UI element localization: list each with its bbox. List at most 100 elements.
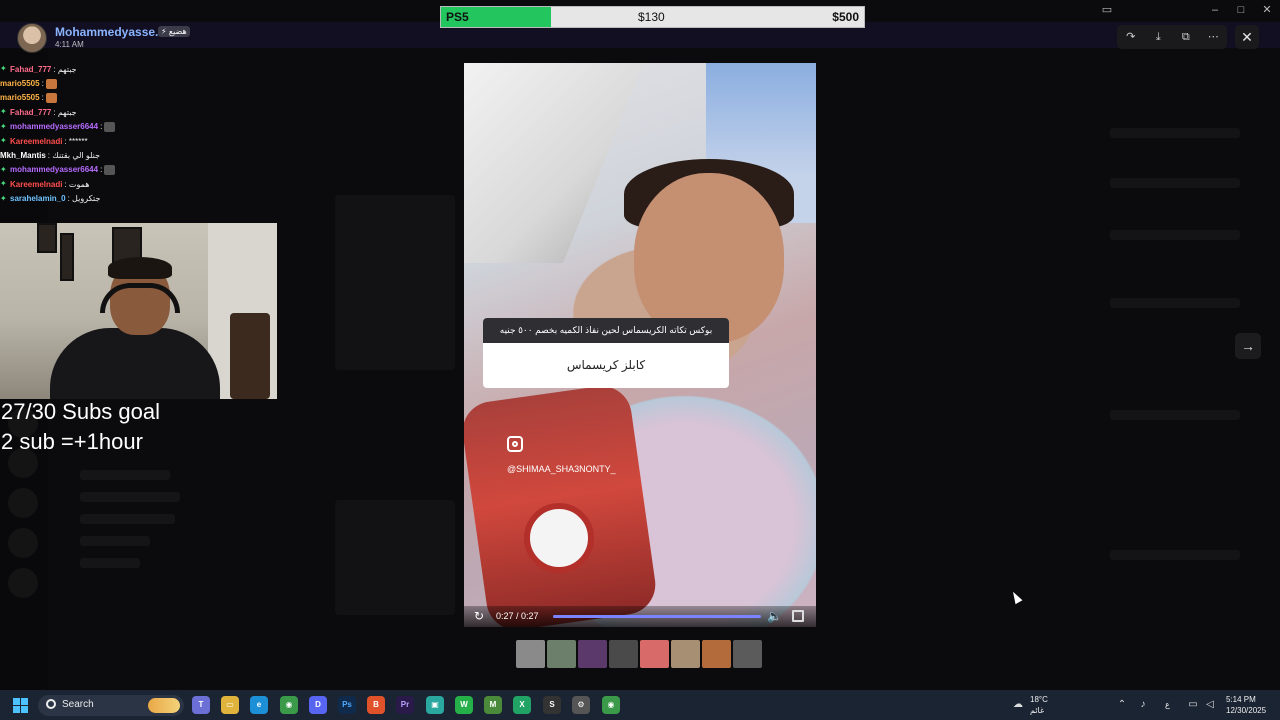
language-indicator[interactable]: ع (1165, 700, 1170, 709)
download-icon[interactable]: ⤓ (1150, 29, 1166, 45)
forward-icon[interactable]: ↷ (1123, 29, 1139, 45)
badge-icon: ✦ (0, 121, 7, 131)
discord-icon[interactable]: D (309, 696, 327, 714)
channel-item[interactable] (80, 470, 170, 480)
replay-icon[interactable]: ↻ (472, 609, 486, 623)
settings-icon[interactable]: ⚙ (572, 696, 590, 714)
video-santa (524, 503, 594, 573)
badge-icon: ✦ (0, 193, 7, 203)
media-thumbnail[interactable] (609, 640, 638, 668)
chat-text: : جبتهم (53, 107, 77, 117)
maximize-icon[interactable]: □ (1234, 3, 1248, 17)
server-icon[interactable] (8, 488, 38, 518)
author-name[interactable]: Mohammedyasse... (55, 25, 165, 39)
minimize-icon[interactable]: – (1208, 3, 1222, 17)
media-thumbnail[interactable] (547, 640, 576, 668)
arrow-right-icon[interactable]: → (1235, 333, 1261, 359)
file-explorer-icon[interactable]: ▭ (221, 696, 239, 714)
media-thumbnail[interactable] (516, 640, 545, 668)
server-icon[interactable] (8, 528, 38, 558)
sub-hour-text: 2 sub =+1hour (1, 429, 143, 454)
server-icon[interactable] (8, 568, 38, 598)
weather-icon[interactable]: ☁ (1010, 699, 1026, 711)
whatsapp-icon[interactable]: W (455, 696, 473, 714)
taskbar-search[interactable]: Search (38, 695, 184, 716)
minecraft-icon[interactable]: M (484, 696, 502, 714)
chat-username[interactable]: mohammedyasser6644 (10, 122, 98, 131)
media-thumbnail[interactable] (578, 640, 607, 668)
volume-icon[interactable]: 🔈 (767, 609, 782, 623)
chrome-icon[interactable]: ◉ (280, 696, 298, 714)
goal-current-amount: $130 (638, 10, 665, 24)
clock-time[interactable]: 5:14 PM (1226, 695, 1256, 704)
video-time: 0:27 / 0:27 (496, 611, 539, 621)
chat-username[interactable]: Fahad_777 (10, 108, 51, 117)
excel-icon[interactable]: X (513, 696, 531, 714)
chat-message: ✦ mohammedyasser6644: (0, 163, 280, 177)
chat-text: : جبتهم (53, 64, 77, 74)
media-thumbnail[interactable] (702, 640, 731, 668)
chat-message: Mkh_Mantis: جنلو الي بقتنك (0, 148, 280, 162)
channel-item[interactable] (80, 514, 175, 524)
subs-goal-text: 27/30 Subs goal (1, 399, 161, 424)
app-icon[interactable]: ▣ (426, 696, 444, 714)
person-body (50, 328, 220, 399)
restore-icon[interactable]: ▭ (1100, 3, 1114, 17)
channel-item[interactable] (80, 492, 180, 502)
volume-tray-icon[interactable]: ◁ (1204, 699, 1216, 711)
chat-text: : (41, 93, 44, 103)
card-header-text: بوكس تكاته الكريسماس لحين نفاذ الكميه بخ… (483, 318, 729, 343)
channel-item[interactable] (80, 536, 150, 546)
chat-message: ✦ sarahelamin_0: جتكرويل (0, 192, 280, 206)
chrome-icon[interactable]: ◉ (602, 696, 620, 714)
steam-icon[interactable]: S (543, 696, 561, 714)
person-hair (108, 257, 172, 279)
video-stairs (464, 63, 644, 263)
instagram-icon (507, 436, 523, 452)
chat-username[interactable]: Kareemelnadi (10, 137, 62, 146)
seek-bar[interactable] (553, 615, 761, 618)
avatar[interactable] (17, 23, 47, 53)
message-attachment (335, 195, 455, 370)
chat-text: : جتكرويل (67, 194, 101, 204)
chat-username[interactable]: mario5505 (0, 93, 40, 102)
windows-start-icon[interactable] (13, 698, 28, 713)
chat-username[interactable]: Mkh_Mantis (0, 151, 46, 160)
edge-icon[interactable]: e (250, 696, 268, 714)
instagram-handle: @SHIMAA_SHA3NONTY_ (507, 464, 616, 474)
emote-icon (45, 78, 57, 89)
chat-username[interactable]: mario5505 (0, 79, 40, 88)
premiere-icon[interactable]: Pr (396, 696, 414, 714)
video-controls: ↻ 0:27 / 0:27 🔈 (464, 606, 816, 627)
emote-icon (104, 121, 116, 132)
chat-username[interactable]: mohammedyasser6644 (10, 165, 98, 174)
window-close-icon[interactable]: ✕ (1260, 3, 1274, 17)
badge-icon: ✦ (0, 64, 7, 74)
badge-icon: ✦ (0, 107, 7, 117)
goal-target-amount: $500 (832, 10, 859, 24)
brave-icon[interactable]: B (367, 696, 385, 714)
media-thumbnail[interactable] (640, 640, 669, 668)
media-thumbnail[interactable] (733, 640, 762, 668)
close-icon[interactable]: ✕ (1235, 25, 1259, 49)
microphone-icon[interactable]: ♪ (1137, 699, 1149, 711)
more-icon[interactable]: ⋯ (1205, 29, 1221, 45)
network-icon[interactable]: ▭ (1187, 699, 1199, 711)
chat-text: : هموت (64, 179, 90, 189)
media-thumbnail[interactable] (671, 640, 700, 668)
photoshop-icon[interactable]: Ps (338, 696, 356, 714)
chevron-up-icon[interactable]: ⌃ (1116, 699, 1128, 711)
chair (230, 313, 270, 399)
search-highlight-image (148, 698, 180, 713)
video-player[interactable]: بوكس تكاته الكريسماس لحين نفاذ الكميه بخ… (464, 63, 816, 627)
open-external-icon[interactable]: ⧉ (1178, 29, 1194, 45)
badge-icon: ✦ (0, 164, 7, 174)
chat-username[interactable]: sarahelamin_0 (10, 194, 66, 203)
channel-item[interactable] (80, 558, 140, 568)
chat-username[interactable]: Kareemelnadi (10, 180, 62, 189)
fullscreen-icon[interactable] (792, 610, 804, 622)
teams-icon[interactable]: T (192, 696, 210, 714)
clock-date[interactable]: 12/30/2025 (1226, 706, 1266, 715)
chat-message: mario5505: (0, 91, 280, 105)
chat-username[interactable]: Fahad_777 (10, 65, 51, 74)
